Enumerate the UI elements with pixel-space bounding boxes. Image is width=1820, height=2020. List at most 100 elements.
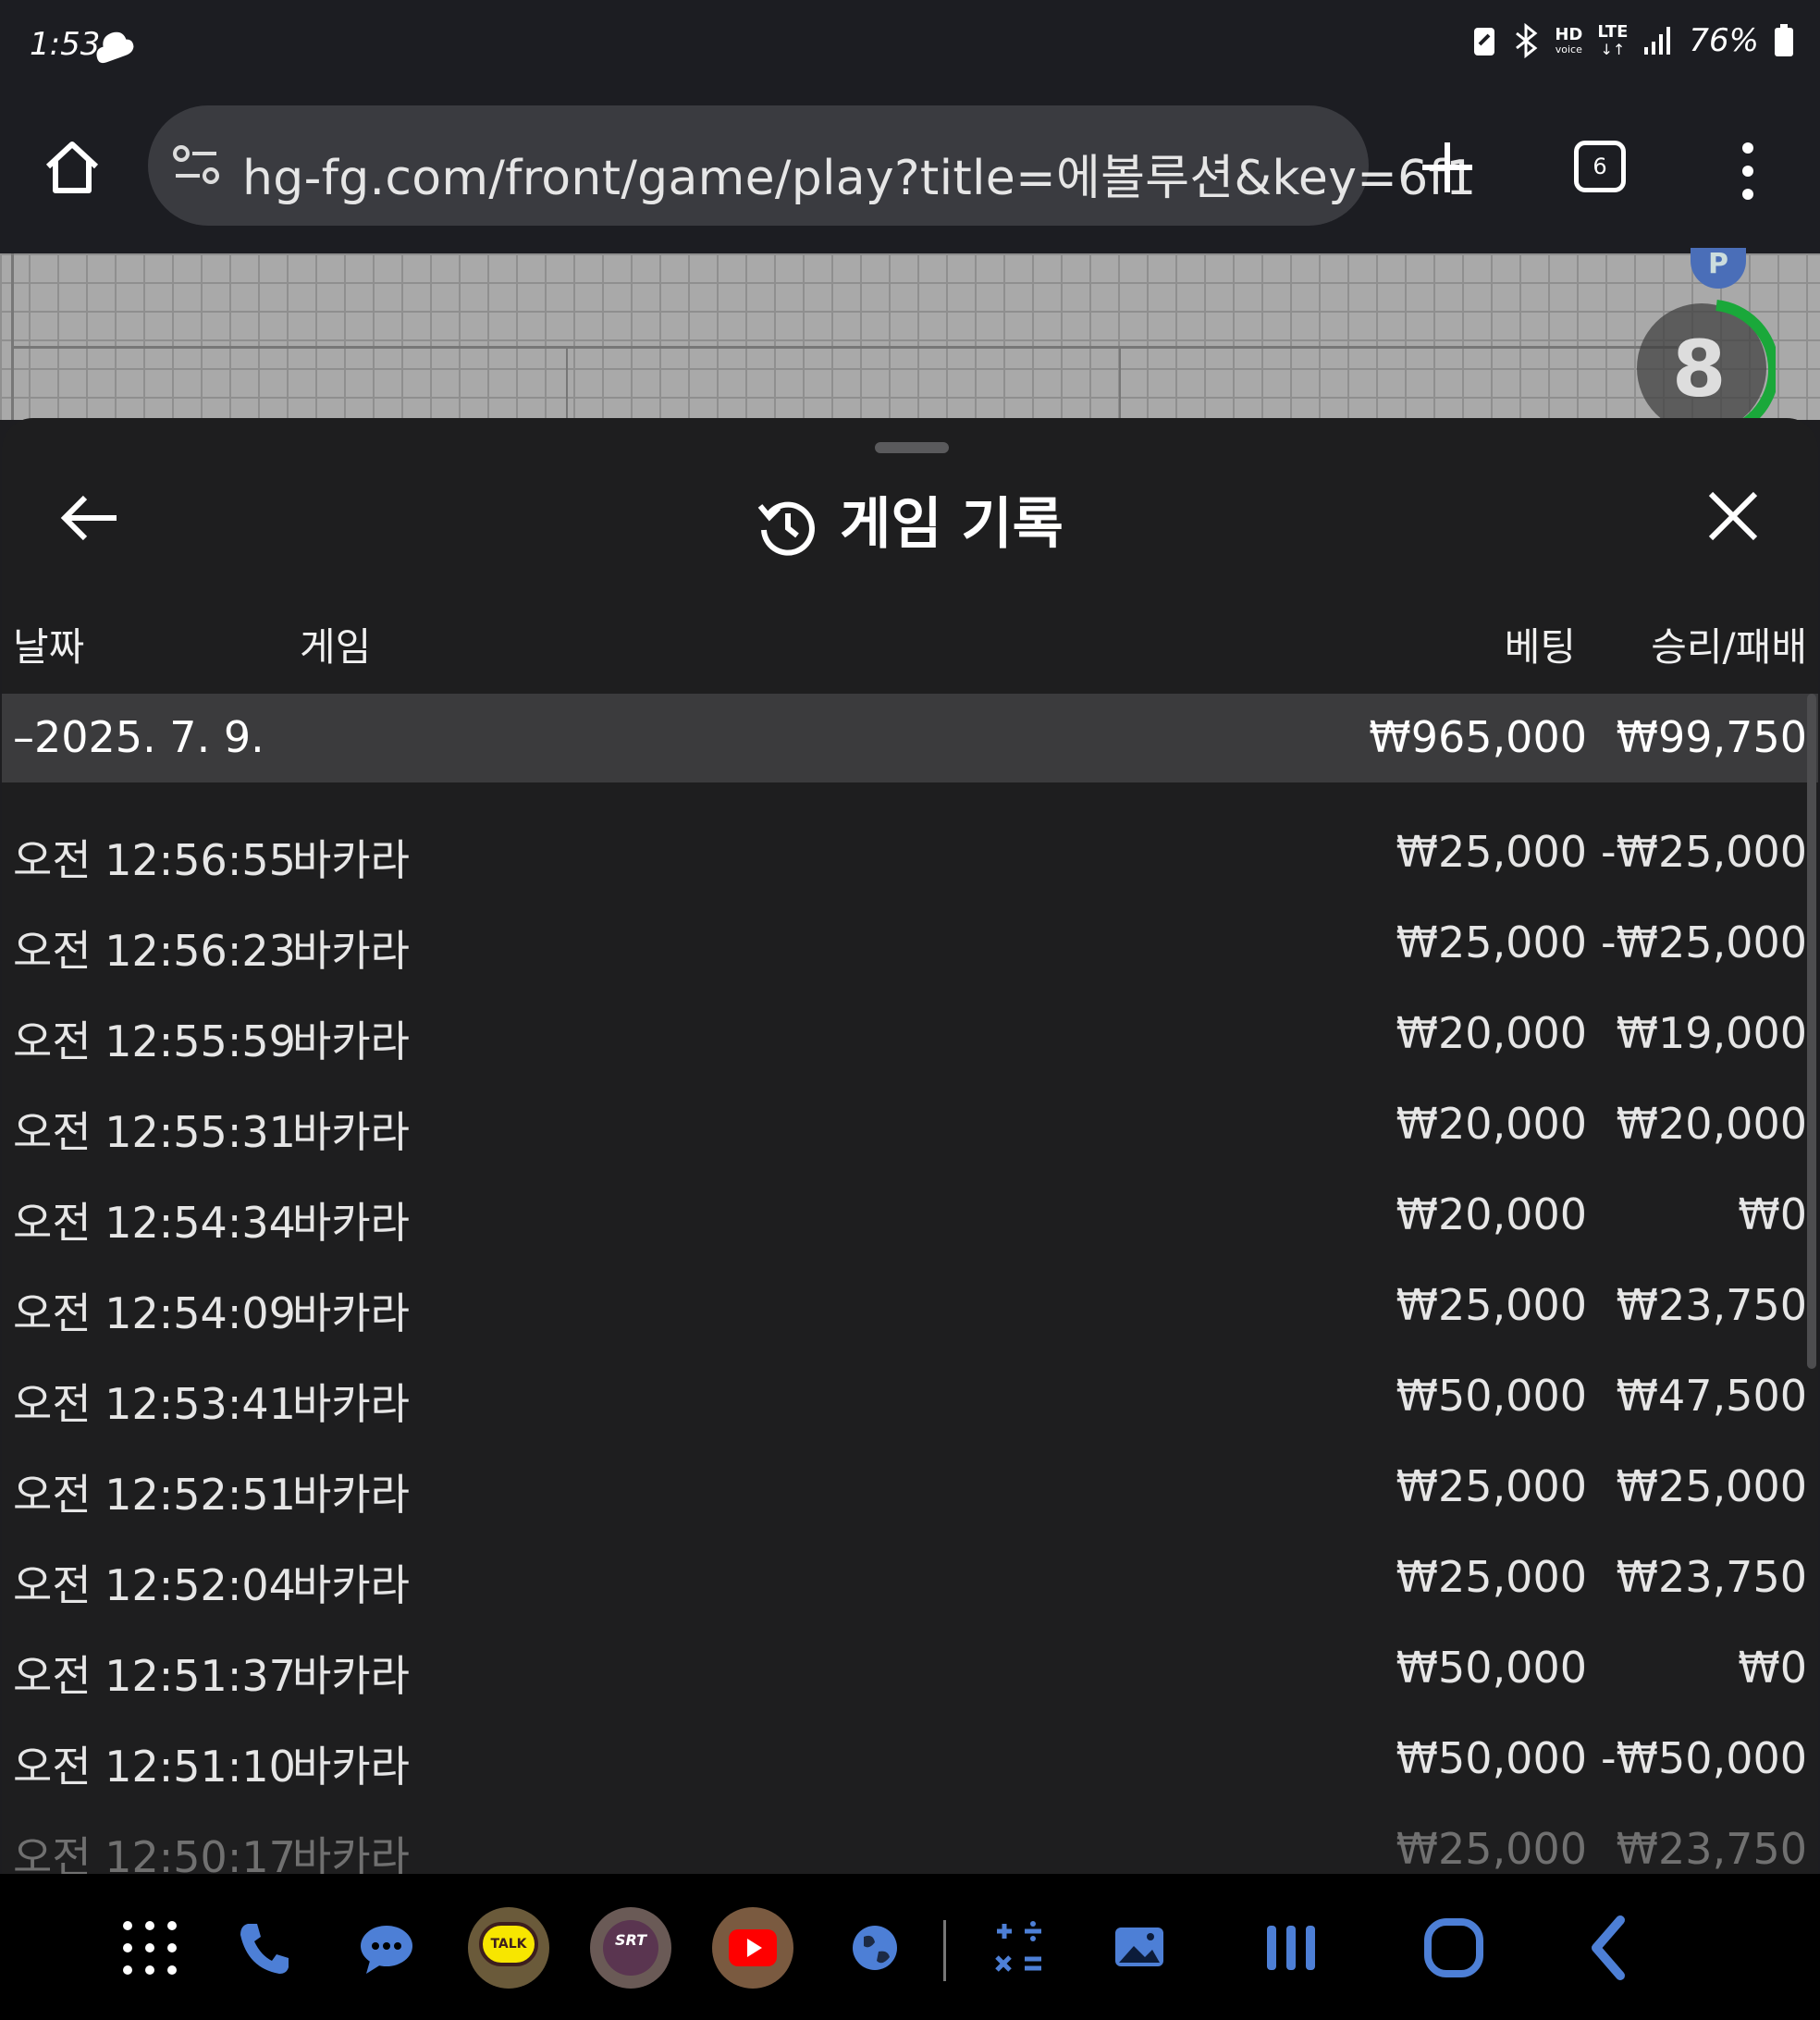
- row-bet: ₩25,000: [1396, 1461, 1587, 1511]
- row-result: ₩23,750: [1616, 1824, 1807, 1874]
- sheet-title-text: 게임 기록: [840, 492, 1064, 557]
- col-date: 날짜: [13, 624, 85, 670]
- row-result: ₩0: [1738, 1189, 1807, 1239]
- row-game: 바카라: [292, 835, 410, 885]
- row-result: ₩47,500: [1616, 1371, 1807, 1421]
- row-result: -₩50,000: [1600, 1733, 1807, 1783]
- row-bet: ₩25,000: [1396, 827, 1587, 877]
- site-settings-icon[interactable]: [172, 144, 222, 187]
- recent-apps-icon[interactable]: [1252, 1909, 1330, 1987]
- status-icons: HD voice LTE ↓↑ 76%: [1471, 22, 1794, 59]
- browser-globe-icon[interactable]: [836, 1909, 914, 1987]
- navigation-bar: TALK SRT: [0, 1874, 1820, 2020]
- player-badge: P: [1691, 248, 1746, 289]
- phone-icon[interactable]: [226, 1909, 303, 1987]
- home-icon[interactable]: [43, 139, 102, 198]
- history-row[interactable]: 오전 12:51:37 바카라 ₩50,000 ₩0: [2, 1622, 1818, 1713]
- hd-voice-icon: HD voice: [1555, 24, 1583, 55]
- history-row[interactable]: 오전 12:56:55 바카라 ₩25,000 -₩25,000: [2, 807, 1818, 897]
- messages-icon[interactable]: [348, 1909, 425, 1987]
- history-row[interactable]: 오전 12:53:41 바카라 ₩50,000 ₩47,500: [2, 1350, 1818, 1441]
- battery-percent: 76%: [1689, 22, 1759, 59]
- address-bar[interactable]: hg-fg.com/front/game/play?title=에볼루션&key…: [148, 105, 1476, 226]
- summary-bet: ₩965,000: [1369, 712, 1587, 762]
- youtube-icon[interactable]: [712, 1907, 793, 1989]
- browser-toolbar: hg-fg.com/front/game/play?title=에볼루션&key…: [0, 100, 1820, 253]
- row-bet: ₩25,000: [1396, 1280, 1587, 1330]
- sheet-title: 게임 기록: [2, 479, 1818, 560]
- row-time: 오전 12:54:34: [13, 1198, 296, 1248]
- row-game: 바카라: [292, 1379, 410, 1429]
- lte-icon: LTE ↓↑: [1597, 21, 1629, 58]
- new-tab-icon[interactable]: [1415, 135, 1480, 200]
- row-result: ₩23,750: [1616, 1552, 1807, 1602]
- row-time: 오전 12:54:09: [13, 1288, 296, 1338]
- summary-result: ₩99,750: [1616, 712, 1807, 762]
- row-result: -₩25,000: [1600, 918, 1807, 967]
- row-game: 바카라: [292, 1198, 410, 1248]
- col-bet: 베팅: [1504, 624, 1576, 670]
- row-time: 오전 12:53:41: [13, 1379, 296, 1429]
- row-result: ₩25,000: [1616, 1461, 1807, 1511]
- row-bet: ₩20,000: [1396, 1099, 1587, 1149]
- battery-icon: [1775, 24, 1793, 56]
- history-row[interactable]: 오전 12:55:59 바카라 ₩20,000 ₩19,000: [2, 988, 1818, 1078]
- srt-app-icon[interactable]: SRT: [590, 1907, 671, 1989]
- row-time: 오전 12:52:04: [13, 1560, 296, 1610]
- scrollbar[interactable]: [1807, 694, 1816, 1369]
- game-history-sheet: 게임 기록 날짜 게임 베팅 승리/패배 –2025. 7. 9. ₩965,0…: [2, 418, 1818, 1874]
- countdown-number: 8: [1672, 324, 1727, 414]
- history-row[interactable]: 오전 12:54:09 바카라 ₩25,000 ₩23,750: [2, 1260, 1818, 1350]
- history-row[interactable]: 오전 12:52:04 바카라 ₩25,000 ₩23,750: [2, 1532, 1818, 1622]
- row-result: -₩25,000: [1600, 827, 1807, 877]
- back-nav-icon[interactable]: [1572, 1909, 1650, 1987]
- row-time: 오전 12:51:10: [13, 1742, 296, 1792]
- row-time: 오전 12:50:17: [13, 1832, 296, 1874]
- srt-label: SRT: [603, 1920, 658, 1976]
- row-bet: ₩20,000: [1396, 1189, 1587, 1239]
- battery-saver-icon: [1474, 28, 1495, 55]
- close-icon[interactable]: [1705, 488, 1761, 544]
- history-row[interactable]: 오전 12:52:51 바카라 ₩25,000 ₩25,000: [2, 1441, 1818, 1532]
- summary-date: –2025. 7. 9.: [13, 712, 264, 762]
- kakaotalk-icon[interactable]: TALK: [468, 1907, 549, 1989]
- row-game: 바카라: [292, 1742, 410, 1792]
- calculator-icon[interactable]: [980, 1909, 1058, 1987]
- row-time: 오전 12:56:23: [13, 926, 296, 976]
- bluetooth-icon: [1516, 23, 1538, 58]
- row-bet: ₩25,000: [1396, 1552, 1587, 1602]
- row-time: 오전 12:55:31: [13, 1107, 296, 1157]
- history-row[interactable]: 오전 12:55:31 바카라 ₩20,000 ₩20,000: [2, 1078, 1818, 1169]
- url-text[interactable]: hg-fg.com/front/game/play?title=에볼루션&key…: [242, 139, 1477, 208]
- app-drawer-icon[interactable]: [111, 1909, 189, 1987]
- row-game: 바카라: [292, 1288, 410, 1338]
- history-row[interactable]: 오전 12:54:34 바카라 ₩20,000 ₩0: [2, 1169, 1818, 1260]
- tab-switcher-button[interactable]: 6: [1574, 141, 1626, 192]
- row-time: 오전 12:56:55: [13, 835, 296, 885]
- sheet-drag-handle[interactable]: [875, 442, 949, 453]
- row-bet: ₩50,000: [1396, 1733, 1587, 1783]
- signal-icon: [1644, 27, 1671, 55]
- status-bar: 1:53 HD voice LTE ↓↑ 76%: [0, 0, 1820, 100]
- gallery-icon[interactable]: [1101, 1909, 1178, 1987]
- row-game: 바카라: [292, 1560, 410, 1610]
- status-time: 1:53: [30, 26, 101, 63]
- home-nav-icon[interactable]: [1415, 1909, 1493, 1987]
- date-summary-row[interactable]: –2025. 7. 9. ₩965,000 ₩99,750: [2, 694, 1818, 782]
- row-time: 오전 12:52:51: [13, 1470, 296, 1520]
- row-bet: ₩20,000: [1396, 1008, 1587, 1058]
- col-game: 게임: [300, 624, 372, 670]
- row-result: ₩19,000: [1616, 1008, 1807, 1058]
- row-game: 바카라: [292, 1832, 410, 1874]
- row-bet: ₩25,000: [1396, 918, 1587, 967]
- talk-label: TALK: [479, 1922, 538, 1966]
- row-bet: ₩50,000: [1396, 1643, 1587, 1693]
- history-row[interactable]: 오전 12:50:17 바카라 ₩25,000 ₩23,750: [2, 1804, 1818, 1874]
- history-row[interactable]: 오전 12:51:10 바카라 ₩50,000 -₩50,000: [2, 1713, 1818, 1804]
- row-game: 바카라: [292, 1016, 410, 1066]
- row-game: 바카라: [292, 1107, 410, 1157]
- history-row[interactable]: 오전 12:56:23 바카라 ₩25,000 -₩25,000: [2, 897, 1818, 988]
- more-menu-icon[interactable]: [1731, 139, 1765, 203]
- row-result: ₩23,750: [1616, 1280, 1807, 1330]
- row-game: 바카라: [292, 926, 410, 976]
